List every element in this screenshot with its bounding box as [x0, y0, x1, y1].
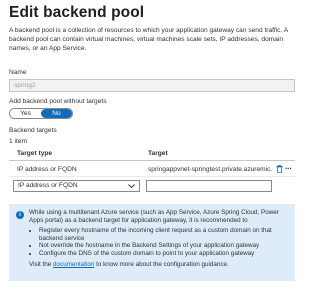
target-input[interactable]	[146, 180, 272, 192]
column-header-target: Target	[148, 150, 168, 157]
info-footer-suffix: to know more about the configuration gui…	[94, 260, 229, 268]
info-bullet: Register every hostname of the incoming …	[39, 227, 289, 242]
toggle-no-option[interactable]: No	[41, 109, 72, 118]
info-bullet: Configure the DNS of the custom domain t…	[39, 250, 289, 258]
table-header-divider	[9, 160, 295, 161]
row-target: springappvnet-springtest.private.azuremi…	[148, 166, 272, 173]
info-message-box: i While using a multitenant Azure servic…	[9, 204, 295, 281]
info-bullet-list: Register every hostname of the incoming …	[39, 227, 289, 257]
documentation-link[interactable]: documentation	[53, 261, 94, 268]
toggle-yes-option[interactable]: Yes	[10, 109, 41, 118]
edit-backend-pool-panel: Edit backend pool A backend pool is a co…	[0, 0, 304, 289]
more-options-icon[interactable]: ···	[285, 164, 292, 173]
column-header-target-type: Target type	[17, 150, 53, 157]
trash-icon[interactable]	[276, 165, 283, 173]
info-icon: i	[16, 211, 24, 219]
target-type-dropdown-value: IP address or FQDN	[18, 182, 78, 189]
add-without-targets-toggle: Yes No	[9, 108, 73, 119]
add-without-targets-label: Add backend pool without targets	[9, 98, 107, 105]
info-footer-prefix: Visit the	[29, 260, 54, 268]
item-count: 1 item	[9, 138, 27, 145]
info-bullet: Not override the hostname in the Backend…	[39, 242, 289, 250]
row-divider	[9, 176, 295, 177]
page-title: Edit backend pool	[9, 4, 145, 21]
row-target-type: IP address or FQDN	[17, 166, 77, 173]
name-field: spring2	[9, 79, 295, 92]
name-label: Name	[9, 69, 27, 76]
info-intro: While using a multitenant Azure service …	[29, 209, 279, 224]
chevron-down-icon	[128, 184, 135, 189]
backend-targets-label: Backend targets	[9, 127, 57, 134]
target-type-dropdown[interactable]: IP address or FQDN	[13, 180, 140, 192]
info-footer: Visit the documentation to know more abo…	[29, 261, 289, 269]
page-description: A backend pool is a collection of resour…	[9, 27, 288, 52]
